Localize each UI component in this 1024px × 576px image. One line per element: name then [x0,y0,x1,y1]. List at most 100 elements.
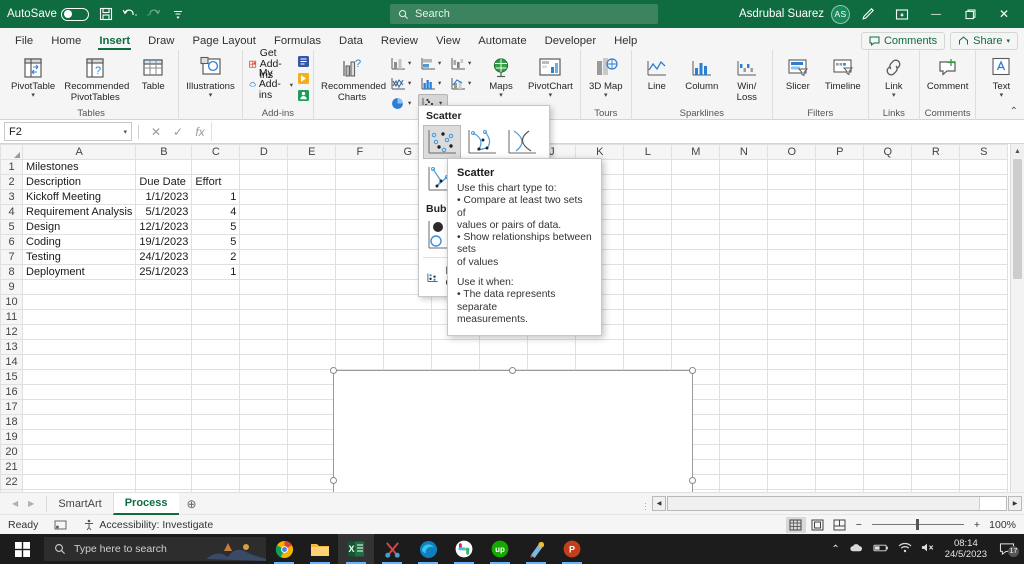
cell-E6[interactable] [288,235,336,250]
cell-M11[interactable] [672,310,720,325]
taskbar-app-paint[interactable] [518,534,554,564]
minimize-button[interactable]: — [920,0,952,28]
notifications-icon[interactable]: 17 [996,542,1018,556]
page-break-preview-icon[interactable] [830,517,850,533]
cell-E22[interactable] [288,475,336,490]
name-box[interactable]: F2 ▾ [4,122,132,141]
cell-M14[interactable] [672,355,720,370]
cell-O14[interactable] [768,355,816,370]
resize-handle-middle-right[interactable] [689,477,696,484]
cell-A10[interactable] [23,295,136,310]
maps-caret-icon[interactable]: ▾ [499,93,503,99]
taskbar-clock[interactable]: 08:14 24/5/2023 [945,538,987,560]
cell-A14[interactable] [23,355,136,370]
maps-button[interactable]: Maps ▾ [479,53,523,99]
ribbon-tab-view[interactable]: View [427,33,469,50]
cell-F9[interactable] [336,280,384,295]
cell-A4[interactable]: Requirement Analysis [23,205,136,220]
cell-B7[interactable]: 24/1/2023 [136,250,192,265]
cell-D14[interactable] [240,355,288,370]
row-header-5[interactable]: 5 [1,220,23,235]
cell-M6[interactable] [672,235,720,250]
cell-R8[interactable] [912,265,960,280]
cell-A20[interactable] [23,445,136,460]
cell-D6[interactable] [240,235,288,250]
taskbar-app-excel[interactable]: X [338,534,374,564]
cell-N22[interactable] [720,475,768,490]
cell-F5[interactable] [336,220,384,235]
row-header-8[interactable]: 8 [1,265,23,280]
ribbon-tab-automate[interactable]: Automate [469,33,535,50]
cell-R23[interactable] [912,490,960,493]
cell-P4[interactable] [816,205,864,220]
scroll-left-button[interactable]: ◀ [652,496,666,511]
cell-A7[interactable]: Testing [23,250,136,265]
cell-L10[interactable] [624,295,672,310]
pie-chart-button[interactable]: ▾ [388,95,418,112]
cell-N20[interactable] [720,445,768,460]
cell-Q19[interactable] [864,430,912,445]
ribbon-tab-developer[interactable]: Developer [536,33,606,50]
row-header-22[interactable]: 22 [1,475,23,490]
cell-I13[interactable] [480,340,528,355]
column-header-M[interactable]: M [672,145,720,160]
ribbon-tab-help[interactable]: Help [605,33,646,50]
cell-Q17[interactable] [864,400,912,415]
new-sheet-icon[interactable]: ⊕ [179,497,205,511]
cell-A1[interactable]: Milestones [23,160,136,175]
cell-C9[interactable] [192,280,240,295]
cell-A19[interactable] [23,430,136,445]
cell-B13[interactable] [136,340,192,355]
cell-Q18[interactable] [864,415,912,430]
link-caret-icon[interactable]: ▾ [892,93,896,99]
cell-Q15[interactable] [864,370,912,385]
cell-A22[interactable] [23,475,136,490]
cell-L5[interactable] [624,220,672,235]
cell-C12[interactable] [192,325,240,340]
text-button[interactable]: Text ▾ [979,53,1023,99]
cell-S1[interactable] [960,160,1008,175]
sparkline-line-button[interactable]: Line [635,53,679,93]
next-sheet-icon[interactable]: ▶ [28,499,34,508]
cell-A18[interactable] [23,415,136,430]
cell-L4[interactable] [624,205,672,220]
cell-C19[interactable] [192,430,240,445]
cell-Q11[interactable] [864,310,912,325]
accessibility-status[interactable]: Accessibility: Investigate [75,519,221,531]
cell-S8[interactable] [960,265,1008,280]
cell-L1[interactable] [624,160,672,175]
restore-button[interactable] [954,0,986,28]
statistic-chart-caret-icon[interactable]: ▾ [438,79,441,87]
cell-E21[interactable] [288,460,336,475]
cell-C21[interactable] [192,460,240,475]
pie-chart-caret-icon[interactable]: ▾ [408,99,411,107]
cell-N1[interactable] [720,160,768,175]
cell-P15[interactable] [816,370,864,385]
cell-K13[interactable] [576,340,624,355]
combo-chart-caret-icon[interactable]: ▾ [468,79,471,87]
ribbon-tab-data[interactable]: Data [330,33,372,50]
ribbon-tab-page-layout[interactable]: Page Layout [183,33,264,50]
cell-N12[interactable] [720,325,768,340]
split-grip[interactable] [643,503,652,504]
cell-E13[interactable] [288,340,336,355]
cell-Q1[interactable] [864,160,912,175]
cell-O5[interactable] [768,220,816,235]
cell-S10[interactable] [960,295,1008,310]
resize-handle-top-center[interactable] [509,367,516,374]
cell-J14[interactable] [528,355,576,370]
cell-D11[interactable] [240,310,288,325]
cell-N23[interactable] [720,490,768,493]
cell-C8[interactable]: 1 [192,265,240,280]
vertical-scrollbar[interactable]: ▲ [1010,144,1024,492]
zoom-slider[interactable] [872,517,964,533]
cell-B2[interactable]: Due Date [136,175,192,190]
column-header-D[interactable]: D [240,145,288,160]
cell-M1[interactable] [672,160,720,175]
cell-Q10[interactable] [864,295,912,310]
cell-E20[interactable] [288,445,336,460]
cell-Q20[interactable] [864,445,912,460]
row-header-4[interactable]: 4 [1,205,23,220]
cell-P8[interactable] [816,265,864,280]
cell-H14[interactable] [432,355,480,370]
